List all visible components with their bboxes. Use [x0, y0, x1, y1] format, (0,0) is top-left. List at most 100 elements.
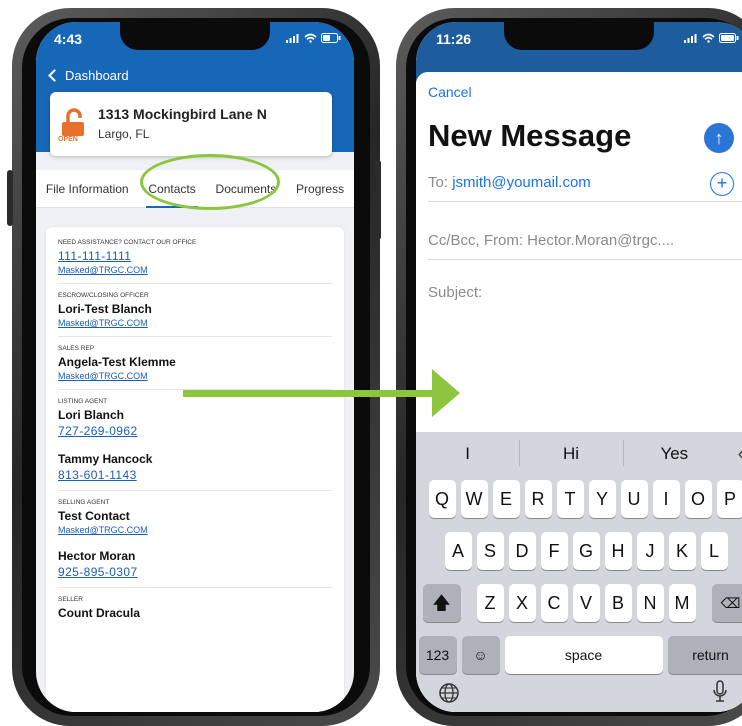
- tab-file-information[interactable]: File Information: [44, 176, 131, 202]
- contact-name: Lori-Test Blanch: [58, 302, 152, 316]
- sales-rep-section: SALES REP Angela-Test Klemme Masked@TRGC…: [58, 345, 332, 390]
- phone-notch: [120, 22, 270, 50]
- signal-icon: [286, 33, 299, 43]
- to-field[interactable]: To: jsmith@youmail.com: [428, 174, 742, 202]
- prediction-suggestion[interactable]: Hi: [519, 440, 622, 466]
- delete-key[interactable]: ⌫: [711, 584, 742, 622]
- cc-bcc-from-text: Cc/Bcc, From: Hector.Moran@trgc....: [428, 232, 675, 249]
- subject-field[interactable]: Subject:: [428, 284, 742, 311]
- key[interactable]: M: [668, 584, 696, 622]
- subject-label: Subject:: [428, 284, 483, 301]
- app-screen-left: 4:43 Dashboard OPEN 1313 Mockingbird Lan…: [36, 22, 354, 712]
- annotation-arrow-shaft: [183, 390, 439, 397]
- listing-agent-phone-link[interactable]: 813-601-1143: [58, 468, 332, 482]
- plus-icon: +: [716, 173, 728, 193]
- key[interactable]: T: [556, 480, 584, 518]
- key[interactable]: B: [604, 584, 632, 622]
- key[interactable]: O: [684, 480, 712, 518]
- key[interactable]: J: [636, 532, 664, 570]
- key[interactable]: D: [508, 532, 536, 570]
- key[interactable]: F: [540, 532, 568, 570]
- cancel-button[interactable]: Cancel: [428, 84, 472, 100]
- add-recipient-button[interactable]: +: [710, 172, 734, 196]
- key[interactable]: A: [444, 532, 472, 570]
- key[interactable]: W: [460, 480, 488, 518]
- key[interactable]: K: [668, 532, 696, 570]
- globe-icon[interactable]: [438, 682, 460, 704]
- key[interactable]: N: [636, 584, 664, 622]
- send-button[interactable]: ↑: [704, 123, 734, 153]
- escrow-email-link[interactable]: Masked@TRGC.COM: [58, 318, 332, 328]
- annotation-arrow-icon: [432, 369, 460, 417]
- annotation-highlight-ellipse: [140, 154, 280, 210]
- key[interactable]: E: [492, 480, 520, 518]
- emoji-key[interactable]: ☺: [461, 636, 500, 674]
- office-phone-link[interactable]: 111-111-1111: [58, 249, 332, 263]
- listing-agent-section: LISTING AGENT Lori Blanch 727-269-0962 T…: [58, 398, 332, 491]
- key[interactable]: I: [652, 480, 680, 518]
- key[interactable]: C: [540, 584, 568, 622]
- key[interactable]: S: [476, 532, 504, 570]
- key[interactable]: Q: [428, 480, 456, 518]
- back-to-dashboard-link[interactable]: Dashboard: [48, 68, 129, 83]
- seller-section: SELLER Count Dracula: [58, 596, 332, 628]
- wifi-icon: [702, 33, 715, 43]
- status-icons: [286, 33, 341, 43]
- phone-notch: [504, 22, 654, 50]
- power-button: [375, 160, 381, 240]
- property-address: 1313 Mockingbird Lane N: [98, 106, 267, 122]
- onscreen-keyboard: I Hi Yes ‹ Q W E R T Y U I O P A S D F G…: [416, 432, 742, 712]
- office-email-link[interactable]: Masked@TRGC.COM: [58, 265, 332, 275]
- contact-name: Lori Blanch: [58, 408, 125, 422]
- key-row-1: Q W E R T Y U I O P: [416, 480, 742, 518]
- section-label: SALES REP: [58, 345, 95, 352]
- key[interactable]: Y: [588, 480, 616, 518]
- battery-icon: [719, 33, 739, 43]
- key[interactable]: Z: [476, 584, 504, 622]
- sales-rep-email-link[interactable]: Masked@TRGC.COM: [58, 371, 332, 381]
- key[interactable]: G: [572, 532, 600, 570]
- microphone-icon[interactable]: [712, 680, 728, 704]
- cc-bcc-from-field[interactable]: Cc/Bcc, From: Hector.Moran@trgc....: [428, 232, 742, 260]
- lock-status-label: OPEN: [58, 136, 78, 143]
- to-recipient[interactable]: jsmith@youmail.com: [452, 174, 591, 191]
- key-row-4: 123 ☺ space return: [416, 636, 742, 674]
- volume-button: [7, 170, 13, 226]
- space-key[interactable]: space: [504, 636, 663, 674]
- mail-screen-right: 11:26 Cancel New Message ↑ To: jsmith@yo…: [416, 22, 742, 712]
- property-city: Largo, FL: [98, 127, 150, 141]
- chevron-left-icon[interactable]: ‹: [726, 443, 742, 466]
- contact-name: Angela-Test Klemme: [58, 355, 176, 369]
- contacts-panel: NEED ASSISTANCE? CONTACT OUR OFFICE 111-…: [46, 227, 344, 712]
- key[interactable]: U: [620, 480, 648, 518]
- emoji-icon: ☺: [473, 647, 488, 663]
- section-label: SELLING AGENT: [58, 499, 110, 506]
- key[interactable]: L: [700, 532, 728, 570]
- section-label: ESCROW/CLOSING OFFICER: [58, 292, 149, 299]
- signal-icon: [684, 33, 697, 43]
- key[interactable]: P: [716, 480, 742, 518]
- selling-agent-email-link[interactable]: Masked@TRGC.COM: [58, 525, 332, 535]
- shift-key[interactable]: 🡅: [422, 584, 461, 622]
- key[interactable]: X: [508, 584, 536, 622]
- key[interactable]: V: [572, 584, 600, 622]
- contact-name: Count Dracula: [58, 606, 141, 620]
- keyboard-bottom-bar: [416, 676, 742, 712]
- return-key[interactable]: return: [667, 636, 742, 674]
- key[interactable]: R: [524, 480, 552, 518]
- numbers-key[interactable]: 123: [418, 636, 457, 674]
- section-label: SELLER: [58, 596, 83, 603]
- contact-name: Tammy Hancock: [58, 452, 153, 466]
- back-link-label: Dashboard: [65, 68, 129, 83]
- listing-agent-phone-link[interactable]: 727-269-0962: [58, 424, 332, 438]
- office-contact-section: NEED ASSISTANCE? CONTACT OUR OFFICE 111-…: [58, 239, 332, 284]
- key[interactable]: H: [604, 532, 632, 570]
- selling-agent-phone-link[interactable]: 925-895-0307: [58, 565, 332, 579]
- contact-name: Hector Moran: [58, 549, 136, 563]
- property-card[interactable]: OPEN 1313 Mockingbird Lane N Largo, FL: [50, 92, 332, 156]
- selling-agent-section: SELLING AGENT Test Contact Masked@TRGC.C…: [58, 499, 332, 588]
- prediction-suggestion[interactable]: I: [416, 444, 519, 464]
- battery-icon: [321, 33, 341, 43]
- prediction-suggestion[interactable]: Yes: [622, 440, 726, 466]
- tab-progress[interactable]: Progress: [294, 176, 346, 202]
